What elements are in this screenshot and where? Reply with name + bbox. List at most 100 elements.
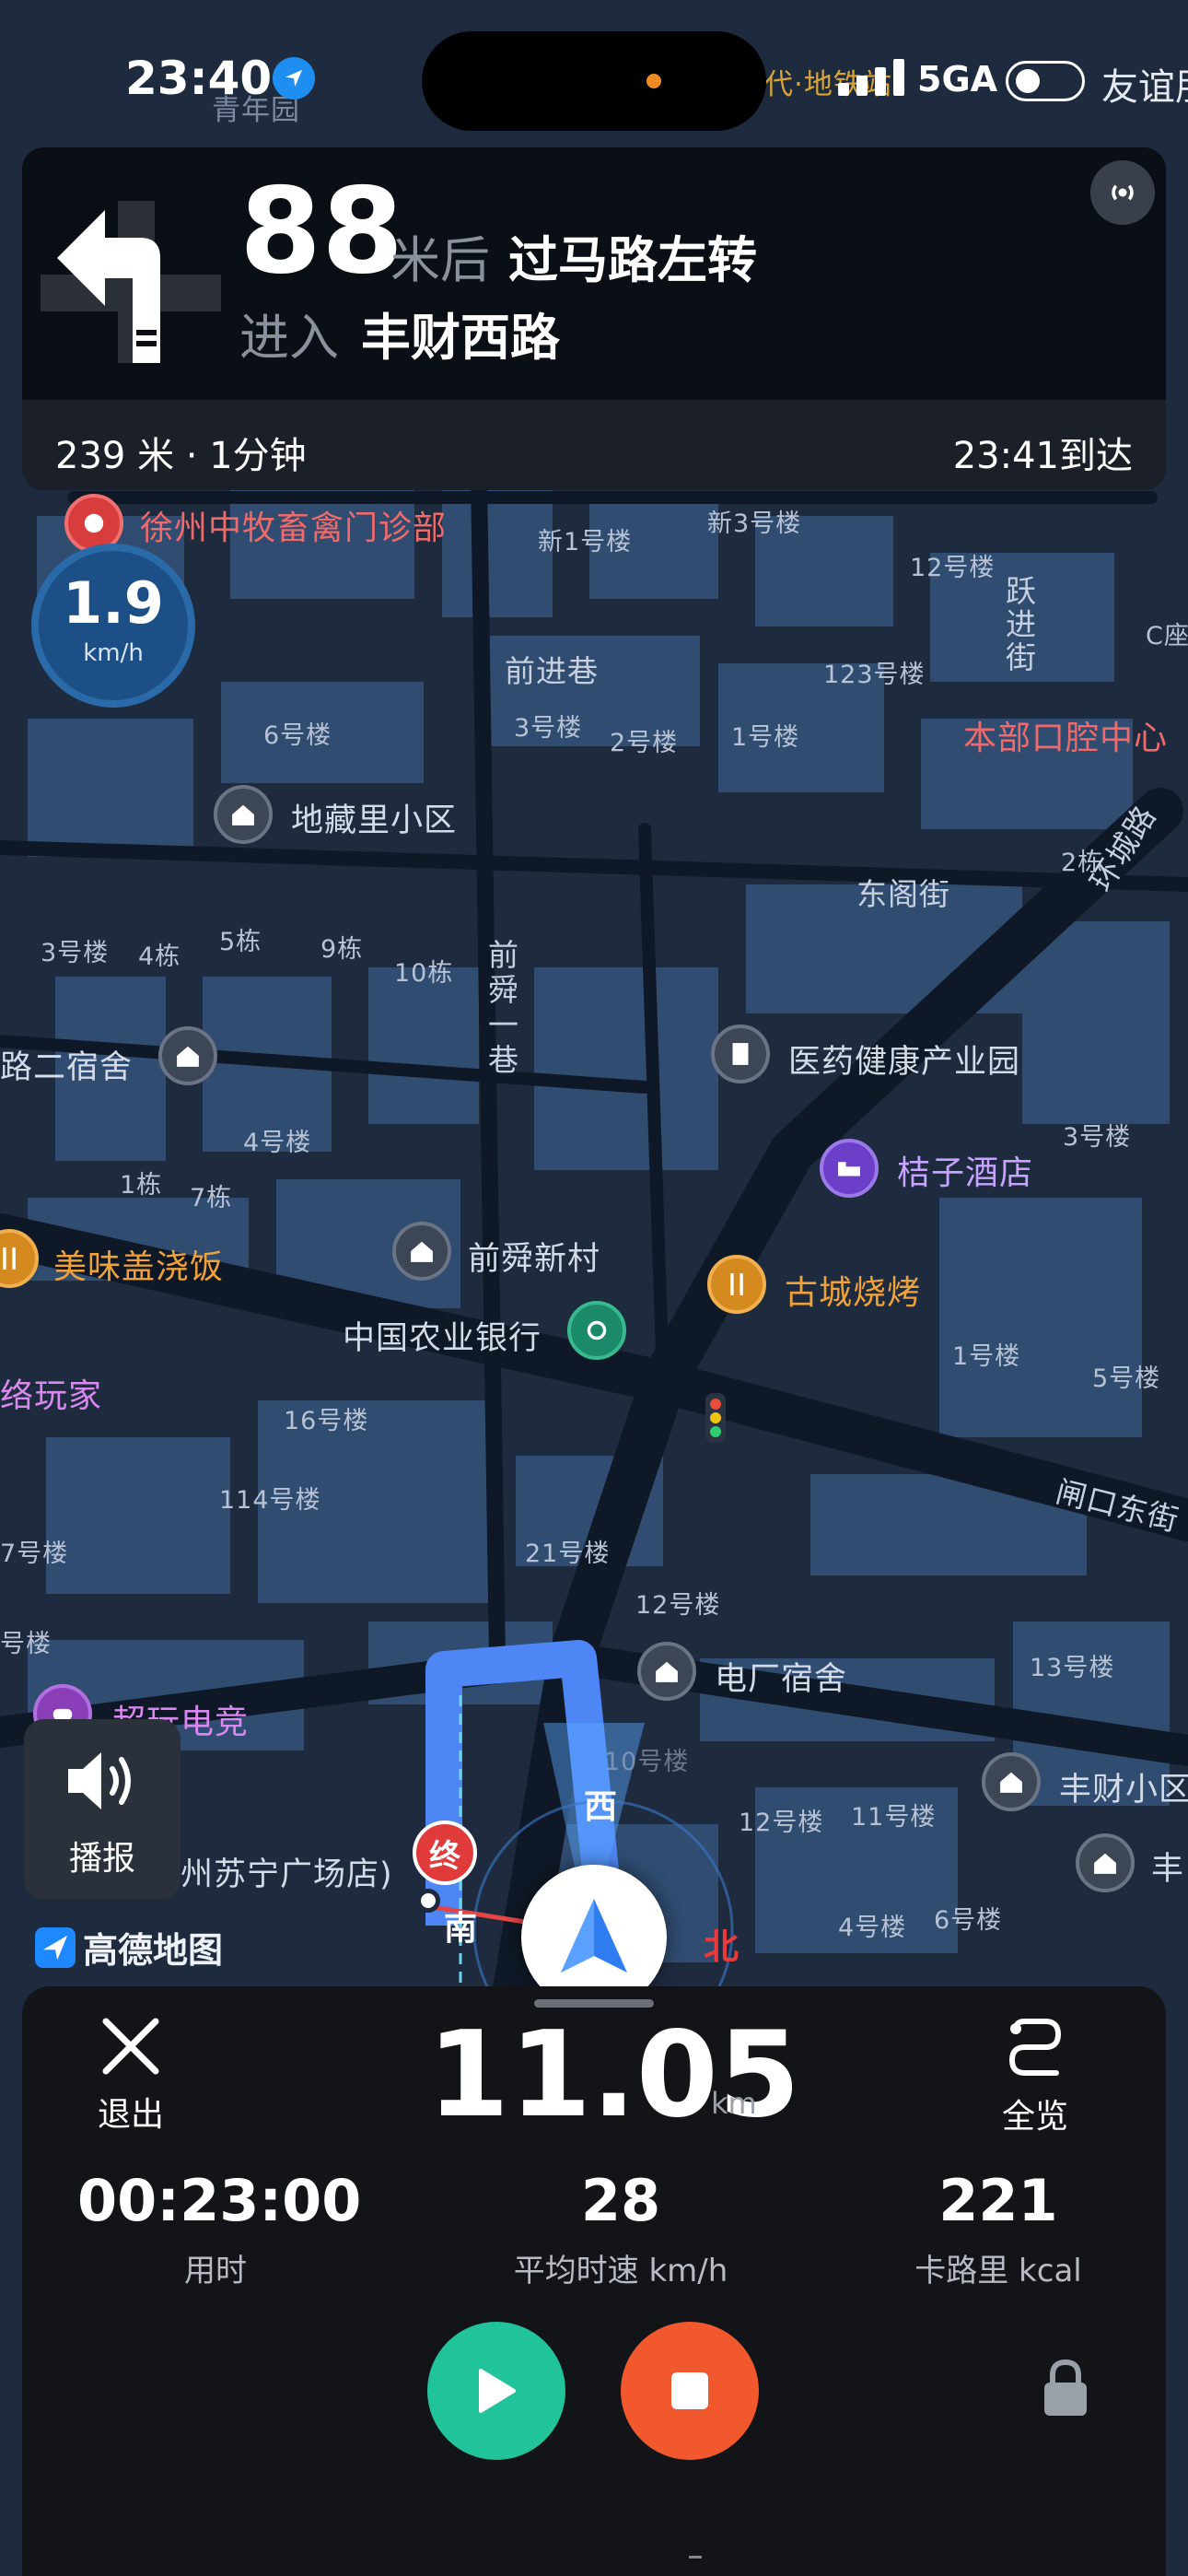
stat-label: 用时: [184, 2253, 247, 2289]
residential-pin[interactable]: [158, 1026, 217, 1085]
building-label: 5栋: [219, 928, 262, 956]
building-label: 3号楼: [514, 714, 583, 743]
building-label: 6号楼: [934, 1906, 1003, 1935]
building-label: 新3号楼: [707, 509, 802, 538]
distance-suffix: 米后: [390, 231, 490, 289]
building-label: 3号楼: [1063, 1123, 1132, 1152]
lock-icon[interactable]: [1041, 2359, 1090, 2418]
restaurant-pin[interactable]: [707, 1255, 766, 1314]
amap-logo: 高德地图: [35, 1922, 223, 1973]
dynamic-island: [422, 31, 766, 131]
guidance-panel[interactable]: 88 米后 过马路左转 进入 丰财西路 239 米 · 1分钟 23:41到达: [22, 147, 1166, 490]
road-label: 东阁街: [856, 876, 950, 912]
poi-abc-bank[interactable]: 中国农业银行: [343, 1312, 542, 1359]
building-label: 11号楼: [851, 1803, 937, 1832]
resume-button[interactable]: [427, 2322, 565, 2460]
stat-calories: 221 卡路里 kcal: [860, 2167, 1136, 2290]
building-label: 12号楼: [635, 1591, 721, 1620]
poi-bbq[interactable]: 古城烧烤: [785, 1266, 921, 1314]
audio-cast-button[interactable]: [1090, 160, 1155, 225]
home-indicator: [689, 2556, 702, 2558]
signal-icon: [838, 59, 904, 96]
poi-clinic[interactable]: 徐州中牧畜禽门诊部: [140, 501, 447, 549]
road-label: 前舜一巷: [488, 937, 519, 1078]
poi-dental[interactable]: 本部口腔中心: [963, 711, 1168, 759]
poi-feng-cai[interactable]: 丰财小区: [1059, 1763, 1188, 1810]
location-arrow-icon: [273, 57, 315, 100]
amap-label: 高德地图: [83, 1930, 224, 1971]
building-label: 4号楼: [838, 1914, 907, 1942]
building-label: C座: [1146, 622, 1188, 650]
building-label: 21号楼: [525, 1540, 611, 1568]
arrival-time: 23:41到达: [952, 435, 1133, 477]
amap-icon: [35, 1926, 76, 1968]
voice-report-button[interactable]: 播报: [24, 1719, 181, 1900]
building-label: 2号楼: [610, 729, 679, 757]
poi-qian-shun[interactable]: 前舜新村: [468, 1233, 600, 1280]
stat-label: 卡路里 kcal: [914, 2253, 1082, 2289]
building-label: 7号楼: [0, 1540, 69, 1568]
building-label: 1栋: [120, 1171, 163, 1200]
compass-north: 北: [704, 1926, 740, 1967]
building-label: 新1号楼: [538, 528, 633, 556]
poi-rice-shop[interactable]: 美味盖浇饭: [53, 1240, 224, 1288]
status-bar: 23:40 5GA 友谊朋: [0, 0, 1188, 147]
poi-pharma-park[interactable]: 医药健康产业园: [788, 1036, 1020, 1083]
hotel-pin[interactable]: [820, 1139, 879, 1198]
poi-feng[interactable]: 丰: [1151, 1843, 1184, 1890]
destination-marker[interactable]: 终: [413, 1821, 477, 1885]
voice-report-label: 播报: [68, 1840, 135, 1878]
building-pin[interactable]: [711, 1025, 770, 1083]
current-speed: 1.9: [63, 569, 164, 637]
overview-label: 全览: [1001, 2098, 1068, 2136]
speed-badge: 1.9 km/h: [31, 544, 195, 708]
carrier-label: 友谊朋: [1101, 66, 1188, 109]
building-label: 12号楼: [739, 1809, 824, 1837]
building-label: 4栋: [138, 943, 181, 971]
compass-south: 南: [444, 1910, 479, 1948]
poi-power-dorm[interactable]: 电厂宿舍: [715, 1653, 847, 1700]
poi-gamer[interactable]: 络玩家: [0, 1369, 102, 1417]
stat-value: 00:23:00: [77, 2167, 362, 2234]
stat-value: 28: [580, 2167, 661, 2234]
residential-pin[interactable]: [1076, 1833, 1135, 1892]
broadcast-icon: [1112, 184, 1134, 201]
remaining-distance-time: 239 米 · 1分钟: [55, 435, 307, 477]
exit-button[interactable]: 退出: [76, 2014, 186, 2136]
residential-pin[interactable]: [392, 1222, 451, 1281]
building-label: 号楼: [0, 1630, 52, 1658]
building-label: 1号楼: [952, 1342, 1021, 1371]
navigation-screen: 青年园 代·地铁站 徐州中牧畜禽门诊部 新1号楼 新3号楼 12号楼 跃进街 C…: [0, 0, 1188, 2576]
turn-action: 过马路左转: [508, 231, 757, 289]
poi-dorm[interactable]: 路二宿舍: [0, 1041, 133, 1088]
building-label: 13号楼: [1030, 1654, 1115, 1682]
poi-hotel[interactable]: 桔子酒店: [897, 1146, 1033, 1194]
status-time: 23:40: [125, 52, 273, 105]
stat-avg-speed: 28 平均时速 km/h: [483, 2167, 759, 2290]
overview-button[interactable]: 全览: [980, 2016, 1090, 2137]
building-label: 4号楼: [243, 1129, 312, 1157]
building-label: 12号楼: [910, 554, 996, 582]
residential-pin[interactable]: [214, 785, 273, 844]
building-label: 123号楼: [823, 661, 926, 689]
play-icon: [479, 2369, 516, 2413]
destination-dot: [416, 1889, 440, 1913]
building-label: 10栋: [394, 959, 454, 988]
privacy-dot: [646, 74, 661, 88]
building-label: 9栋: [320, 935, 364, 964]
residential-pin[interactable]: [982, 1752, 1041, 1811]
speed-unit: km/h: [83, 639, 144, 667]
road-label: 跃进街: [1006, 573, 1037, 675]
building-label: 5号楼: [1092, 1364, 1161, 1393]
poi-di-zang-li[interactable]: 地藏里小区: [291, 794, 457, 841]
compass-west: 西: [584, 1788, 619, 1826]
poi-suning[interactable]: 州苏宁广场店): [181, 1848, 393, 1895]
toggle-icon: [1006, 61, 1085, 101]
stat-value: 221: [938, 2167, 1058, 2234]
bank-pin[interactable]: [567, 1301, 626, 1360]
building-label: 7栋: [190, 1184, 233, 1212]
building-label: 3号楼: [41, 939, 110, 967]
stop-button[interactable]: [621, 2322, 759, 2460]
turn-left-icon: [41, 201, 221, 363]
residential-pin[interactable]: [637, 1642, 696, 1701]
